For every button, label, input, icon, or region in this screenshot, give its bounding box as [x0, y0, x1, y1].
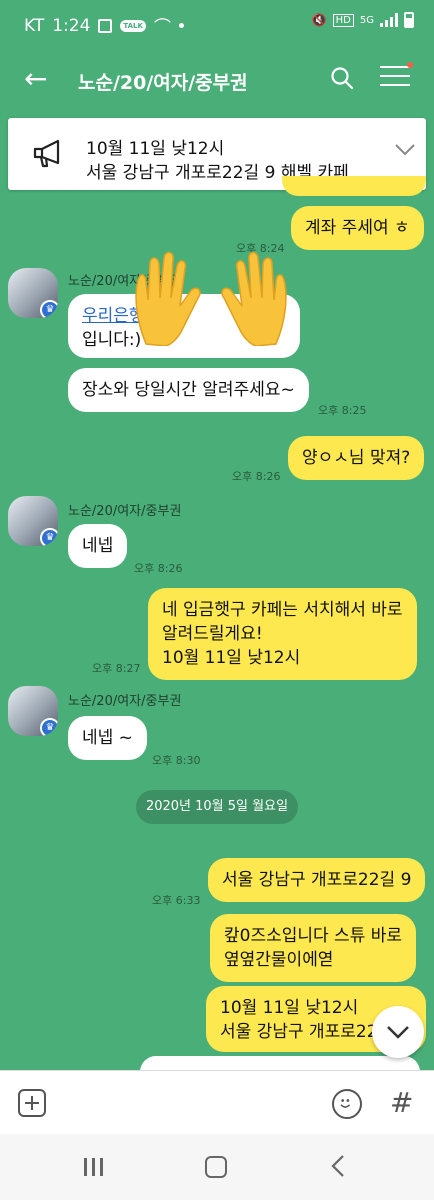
message-bubble: 장소와 당일시간 알려주세요~: [68, 368, 309, 412]
back-arrow-icon[interactable]: ←: [24, 64, 47, 94]
sender-name: 노순/20/여자/중부권: [68, 504, 182, 519]
message-bubble: 네넵 ~: [68, 716, 147, 760]
message-time: 오후 8:26: [232, 470, 281, 483]
mute-icon: 🔇: [311, 13, 327, 27]
cast-icon: ⌒: [153, 18, 171, 38]
message-time: 오후 6:33: [152, 894, 201, 907]
avatar[interactable]: ♛: [8, 496, 68, 556]
date-divider: 2020년 10월 5일 월요일: [136, 790, 298, 824]
hashtag-icon[interactable]: #: [390, 1087, 413, 1119]
message-bubble-partial: [282, 176, 426, 196]
chat-header: ← 노순/20/여자/중부권: [0, 48, 434, 112]
scroll-to-bottom-button[interactable]: [372, 1006, 424, 1058]
message-text: 10월 11일 낮12시: [162, 648, 301, 668]
megaphone-icon: [33, 139, 60, 168]
battery-icon: [404, 12, 414, 28]
clock: 1:24: [52, 15, 91, 36]
message-text: 네 입금햇구 카페는 서치해서 바로: [162, 600, 403, 620]
notice-line1: 10월 11일 낮12시: [86, 139, 225, 159]
crown-badge-icon: ♛: [40, 718, 58, 736]
avatar[interactable]: ♛: [8, 268, 68, 328]
message-text: 캎0즈소입니다 스튜 바로: [224, 926, 403, 946]
message-time: 오후 8:27: [92, 662, 141, 675]
message-time: 오후 8:26: [134, 562, 183, 575]
home-icon[interactable]: [205, 1156, 227, 1178]
message-bubble: 양ㅇㅅ님 맞져?: [288, 436, 425, 480]
message-text: 알려드릴게요!: [162, 624, 263, 644]
nav-back-icon[interactable]: [330, 1154, 346, 1178]
menu-icon[interactable]: [380, 62, 413, 92]
chat-title: 노순/20/여자/중부권: [78, 72, 248, 94]
avatar[interactable]: ♛: [8, 686, 68, 746]
emoji-icon[interactable]: [332, 1089, 362, 1119]
message-bubble: 계좌 주세여 ㅎ: [291, 206, 424, 250]
crown-badge-icon: ♛: [40, 300, 58, 318]
search-icon[interactable]: [330, 66, 354, 90]
message-bubble: 네넵: [68, 524, 128, 568]
message-composer: #: [0, 1070, 434, 1134]
plus-icon[interactable]: [18, 1089, 46, 1117]
message-text: 옆옆간물이에엳: [224, 950, 334, 970]
crown-badge-icon: ♛: [40, 528, 58, 546]
message-time: 오후 8:30: [152, 754, 201, 767]
message-bubble: 캎0즈소입니다 스튜 바로 옆옆간물이에엳: [210, 914, 417, 982]
recents-icon[interactable]: [84, 1158, 108, 1176]
signal-icon: [380, 13, 398, 27]
chat-list[interactable]: 계좌 주세여 ㅎ 오후 8:24 ♛ 노순/20/여자/중부권 우리은행 1 입…: [0, 176, 434, 1076]
message-bubble: 네 입금햇구 카페는 서치해서 바로 알려드릴게요! 10월 11일 낮12시: [148, 588, 417, 680]
message-time: 오후 8:25: [318, 404, 367, 417]
network-type: 5G: [359, 14, 374, 26]
hd-icon: HD: [332, 13, 354, 27]
chevron-down-icon[interactable]: [394, 142, 416, 158]
raised-hands-icon: [135, 251, 287, 346]
carrier: KT: [24, 15, 45, 36]
new-badge-icon: [407, 62, 413, 68]
chevron-down-icon: [387, 1026, 409, 1039]
gallery-icon: [98, 18, 113, 33]
kakaotalk-notification-icon: TALK: [120, 19, 146, 32]
notification-dot-icon: [178, 23, 184, 28]
system-nav-bar: [0, 1134, 434, 1200]
status-bar: KT 1:24 TALK ⌒ 🔇 HD 5G: [0, 0, 434, 48]
message-bubble: 서울 강남구 개포로22길 9: [208, 858, 426, 902]
sender-name: 노순/20/여자/중부권: [68, 694, 182, 709]
